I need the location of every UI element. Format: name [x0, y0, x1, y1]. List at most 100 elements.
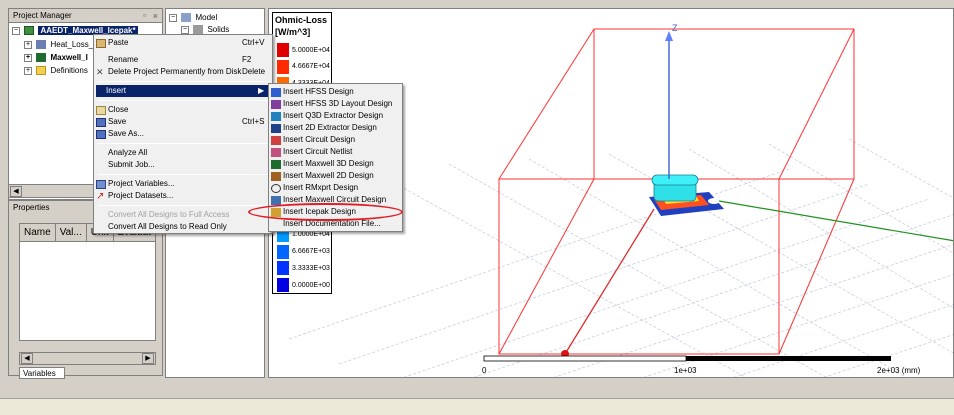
- legend-entry: 3.3333E+03: [277, 261, 330, 276]
- datasets-icon: ↗: [96, 190, 105, 202]
- submenu-item-rmxprt[interactable]: Insert RMxprt Design: [271, 182, 358, 194]
- submenu-item-hfss[interactable]: Insert HFSS Design: [271, 86, 354, 98]
- save-as-icon: [96, 129, 106, 139]
- menu-item-project-variables[interactable]: Project Variables...: [96, 178, 175, 190]
- maxwell-3d-icon: [271, 159, 281, 169]
- variables-icon: [96, 179, 106, 189]
- circuit-icon: [271, 135, 281, 145]
- menu-item-submit-job[interactable]: Submit Job...: [96, 159, 155, 171]
- menu-item-insert[interactable]: Insert ▶: [96, 85, 270, 97]
- expand-icon[interactable]: +: [24, 53, 32, 62]
- legend-swatch: [277, 43, 289, 57]
- menu-item-label: Close: [108, 105, 129, 114]
- project-icon: [24, 26, 35, 36]
- tree-item-label: Definitions: [50, 66, 88, 75]
- scale-label-start: 0: [482, 366, 487, 375]
- menu-separator: [98, 100, 270, 101]
- legend-value: 1.0000E+04: [292, 231, 330, 239]
- legend-swatch: [277, 59, 289, 74]
- close-icon[interactable]: ×: [153, 9, 158, 23]
- menu-item-analyze-all[interactable]: Analyze All: [96, 147, 147, 159]
- expand-icon[interactable]: +: [24, 40, 32, 49]
- delete-icon: ✕: [96, 66, 104, 77]
- coil-model[interactable]: [649, 174, 724, 216]
- submenu-item-label: Insert Circuit Netlist: [283, 147, 353, 156]
- menu-item-label: Save: [108, 117, 127, 126]
- menu-item-shortcut: F2: [242, 55, 252, 64]
- menu-item-convert-read-only[interactable]: Convert All Designs to Read Only: [96, 221, 227, 233]
- submenu-item-label: Insert 2D Extractor Design: [283, 123, 377, 132]
- menu-item-close[interactable]: Close: [96, 104, 128, 116]
- menu-item-project-datasets[interactable]: ↗ Project Datasets...: [96, 190, 173, 202]
- submenu-item-2d-extractor[interactable]: Insert 2D Extractor Design: [271, 122, 377, 134]
- hfss-layout-icon: [271, 99, 281, 109]
- collapse-icon[interactable]: −: [169, 13, 177, 22]
- close-doc-icon: [96, 105, 106, 115]
- legend-unit: [W/m^3]: [275, 27, 311, 37]
- save-icon: [96, 117, 106, 127]
- submenu-item-maxwell-2d[interactable]: Insert Maxwell 2D Design: [271, 170, 374, 182]
- menu-item-delete-project[interactable]: ✕ Delete Project Permanently from Disk D…: [96, 66, 265, 78]
- column-header-name[interactable]: Name: [20, 224, 56, 241]
- highlight-ellipse: [248, 203, 403, 221]
- menu-item-label: Save As...: [108, 129, 145, 138]
- legend-value: 6.6667E+03: [292, 248, 330, 256]
- properties-scrollbar[interactable]: ◀ ▶: [19, 352, 156, 365]
- tree-item-model[interactable]: − Model: [169, 12, 217, 24]
- menu-item-save-as[interactable]: Save As...: [96, 128, 144, 140]
- scroll-right-icon[interactable]: ▶: [142, 353, 154, 364]
- menu-item-label: Submit Job...: [108, 160, 155, 169]
- menu-item-rename[interactable]: Rename F2: [96, 54, 251, 66]
- menu-item-convert-full-access: Convert All Designs to Full Access: [96, 209, 229, 221]
- q3d-icon: [271, 111, 281, 121]
- scale-label-mid: 1e+03: [674, 366, 697, 375]
- extractor-2d-icon: [271, 123, 281, 133]
- submenu-item-label: Insert Q3D Extractor Design: [283, 111, 384, 120]
- expand-icon[interactable]: +: [24, 66, 32, 75]
- scroll-left-icon[interactable]: ◀: [21, 353, 33, 364]
- pin-icon[interactable]: ▫: [143, 9, 146, 23]
- folder-icon: [36, 66, 47, 76]
- menu-item-save[interactable]: Save Ctrl+S: [96, 116, 264, 128]
- legend-entry: 5.0000E+04: [277, 43, 330, 57]
- tree-item-heat-loss[interactable]: + Heat_Loss_: [24, 39, 93, 51]
- submenu-arrow-icon: ▶: [258, 86, 265, 95]
- submenu-item-circuit[interactable]: Insert Circuit Design: [271, 134, 355, 146]
- submenu-item-label: Insert RMxprt Design: [283, 183, 359, 192]
- legend-swatch: [277, 278, 289, 293]
- legend-swatch: [277, 261, 289, 276]
- collapse-icon[interactable]: −: [12, 26, 20, 35]
- collapse-icon[interactable]: −: [181, 25, 189, 34]
- column-header-value[interactable]: Val...: [56, 224, 87, 241]
- model-icon: [181, 13, 192, 23]
- submenu-item-maxwell-3d[interactable]: Insert Maxwell 3D Design: [271, 158, 374, 170]
- menu-item-shortcut: Delete: [242, 67, 266, 76]
- submenu-item-hfss-3d-layout[interactable]: Insert HFSS 3D Layout Design: [271, 98, 392, 110]
- properties-grid: Name Val... Unit Evaluat: [19, 223, 156, 341]
- submenu-item-q3d[interactable]: Insert Q3D Extractor Design: [271, 110, 383, 122]
- tree-item-label: Solids: [207, 25, 230, 34]
- menu-item-paste[interactable]: Paste Ctrl+V: [96, 37, 264, 49]
- menu-item-shortcut: Ctrl+S: [242, 117, 265, 126]
- submenu-item-circuit-netlist[interactable]: Insert Circuit Netlist: [271, 146, 352, 158]
- submenu-item-label: Insert HFSS 3D Layout Design: [283, 99, 393, 108]
- hfss-icon: [271, 87, 281, 97]
- project-manager-title: Project Manager: [13, 11, 72, 20]
- menu-item-label: Paste: [108, 38, 129, 47]
- rmxprt-icon: [271, 183, 281, 193]
- menu-item-label: Convert All Designs to Read Only: [108, 222, 227, 231]
- tree-item-definitions[interactable]: + Definitions: [24, 65, 88, 77]
- legend-entry: 4.6667E+04: [277, 59, 330, 74]
- menu-item-label: Project Variables...: [108, 179, 175, 188]
- tab-variables[interactable]: Variables: [19, 367, 65, 379]
- maxwell-circuit-icon: [271, 195, 281, 205]
- scroll-left-icon[interactable]: ◀: [10, 186, 22, 197]
- legend-value: 4.6667E+04: [292, 63, 330, 71]
- design-icon: [36, 40, 47, 50]
- tree-item-maxwell[interactable]: + Maxwell_I: [24, 52, 88, 64]
- menu-item-label: Project Datasets...: [108, 191, 174, 200]
- menu-item-label: Analyze All: [108, 148, 148, 157]
- legend-entry: 6.6667E+03: [277, 244, 330, 259]
- y-axis: [718, 200, 953, 242]
- legend-value: 5.0000E+04: [292, 46, 330, 54]
